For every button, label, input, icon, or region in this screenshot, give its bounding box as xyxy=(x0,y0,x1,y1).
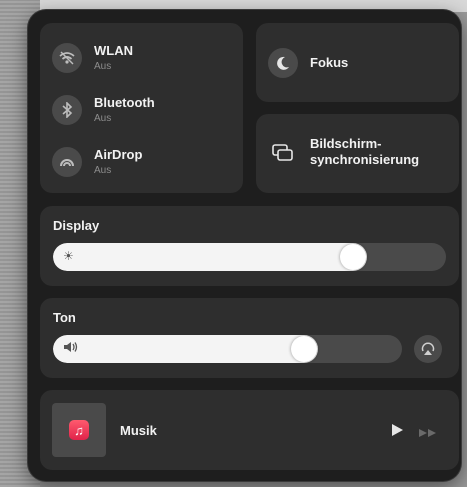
connectivity-tile: WLAN Aus Bluetooth Aus AirDrop Aus xyxy=(40,23,243,193)
screen-mirroring-tile[interactable]: Bildschirm- synchronisierung xyxy=(256,114,459,193)
focus-label: Fokus xyxy=(310,55,349,70)
airdrop-toggle[interactable]: AirDrop Aus xyxy=(52,147,142,177)
moon-icon xyxy=(268,48,298,78)
wifi-icon[interactable] xyxy=(52,43,82,73)
control-center-panel: WLAN Aus Bluetooth Aus AirDrop Aus Fokus… xyxy=(28,10,461,481)
airdrop-label: AirDrop xyxy=(94,147,143,163)
now-playing-tile: ♫ Musik xyxy=(40,390,459,470)
display-slider-fill xyxy=(53,243,367,271)
sun-icon: ☀ xyxy=(63,249,74,263)
bluetooth-label: Bluetooth xyxy=(94,95,155,111)
sound-title: Ton xyxy=(53,310,76,325)
wifi-label: WLAN xyxy=(94,43,133,59)
screen-mirroring-label: Bildschirm- synchronisierung xyxy=(310,136,419,169)
music-label: Musik xyxy=(120,423,157,438)
wifi-toggle[interactable]: WLAN Aus xyxy=(52,43,133,73)
screen-mirroring-label-line2: synchronisierung xyxy=(310,152,420,168)
speaker-icon xyxy=(63,341,79,356)
volume-slider-knob[interactable] xyxy=(291,336,317,362)
volume-slider[interactable] xyxy=(53,335,402,363)
volume-slider-fill xyxy=(53,335,318,363)
airdrop-status: Aus xyxy=(94,164,112,176)
display-slider[interactable]: ☀ xyxy=(53,243,446,271)
forward-icon[interactable] xyxy=(418,425,438,443)
music-app-icon: ♫ xyxy=(69,420,89,440)
wifi-status: Aus xyxy=(94,60,112,72)
sound-tile: Ton xyxy=(40,298,459,378)
play-icon[interactable] xyxy=(390,423,404,442)
album-artwork[interactable]: ♫ xyxy=(52,403,106,457)
airplay-audio-icon[interactable] xyxy=(414,335,442,363)
screen-mirroring-label-line1: Bildschirm- xyxy=(310,136,382,151)
display-title: Display xyxy=(53,218,100,233)
display-tile: Display ☀ xyxy=(40,206,459,286)
display-slider-knob[interactable] xyxy=(340,244,366,270)
screen-mirroring-icon xyxy=(272,144,294,167)
focus-tile[interactable]: Fokus xyxy=(256,23,459,102)
bluetooth-toggle[interactable]: Bluetooth Aus xyxy=(52,95,155,125)
airdrop-icon[interactable] xyxy=(52,147,82,177)
bluetooth-status: Aus xyxy=(94,112,112,124)
bluetooth-icon[interactable] xyxy=(52,95,82,125)
